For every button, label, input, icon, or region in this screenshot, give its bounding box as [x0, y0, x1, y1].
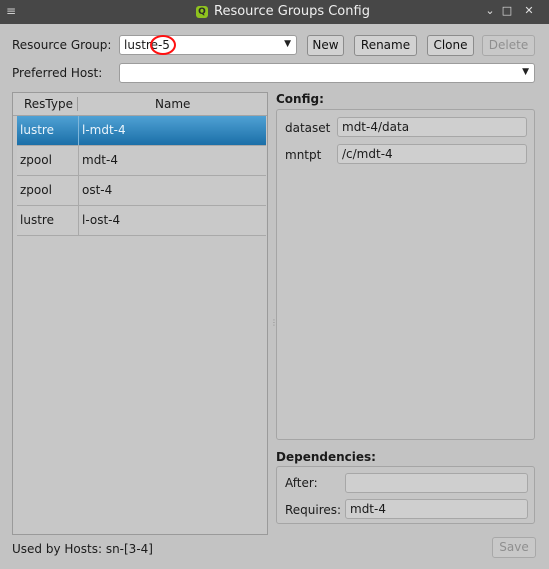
config-value-mntpt[interactable]: /c/mdt-4: [337, 144, 527, 164]
app-icon: Q: [196, 6, 208, 18]
table-row[interactable]: zpool ost-4: [17, 176, 266, 206]
cell-restype: zpool: [20, 153, 52, 167]
cell-name: l-ost-4: [82, 213, 121, 227]
requires-label: Requires:: [285, 503, 342, 517]
config-value-dataset[interactable]: mdt-4/data: [337, 117, 527, 137]
config-title: Config:: [276, 92, 324, 106]
column-header-name[interactable]: Name: [155, 97, 190, 111]
close-icon[interactable]: ✕: [521, 3, 537, 19]
requires-field[interactable]: mdt-4: [345, 499, 528, 519]
clone-button[interactable]: Clone: [427, 35, 474, 56]
table-row[interactable]: zpool mdt-4: [17, 146, 266, 176]
chevron-down-icon: ▼: [522, 67, 529, 77]
cell-restype: zpool: [20, 183, 52, 197]
window-title: Resource Groups Config: [214, 4, 370, 19]
column-divider: [77, 97, 78, 111]
used-by-hosts-status: Used by Hosts: sn-[3-4]: [12, 542, 153, 556]
preferred-host-label: Preferred Host:: [12, 66, 103, 80]
window-menu-icon[interactable]: ≡: [6, 4, 16, 18]
after-field[interactable]: [345, 473, 528, 493]
table-row[interactable]: lustre l-ost-4: [17, 206, 266, 236]
annotation-circle: [150, 35, 176, 55]
rename-button[interactable]: Rename: [354, 35, 417, 56]
resource-group-label: Resource Group:: [12, 38, 112, 52]
title-bar: ≡ Q Resource Groups Config ⌄ □ ✕: [0, 0, 549, 24]
after-label: After:: [285, 476, 318, 490]
save-button[interactable]: Save: [492, 537, 536, 558]
preferred-host-select[interactable]: ▼: [119, 63, 535, 83]
resource-table[interactable]: ResType Name lustre l-mdt-4 zpool mdt-4 …: [12, 92, 268, 535]
maximize-icon[interactable]: □: [499, 3, 515, 19]
new-button[interactable]: New: [307, 35, 344, 56]
dependencies-title: Dependencies:: [276, 450, 376, 464]
config-key-dataset: dataset: [285, 121, 331, 135]
cell-restype: lustre: [20, 213, 54, 227]
resource-group-select[interactable]: lustre-5 ▼: [119, 35, 297, 55]
chevron-down-icon: ▼: [284, 39, 291, 49]
cell-name: l-mdt-4: [82, 123, 126, 137]
cell-name: mdt-4: [82, 153, 118, 167]
resource-groups-window: ≡ Q Resource Groups Config ⌄ □ ✕ Resourc…: [0, 0, 549, 569]
dependencies-panel: After: Requires: mdt-4: [276, 466, 535, 524]
config-panel: dataset mdt-4/data mntpt /c/mdt-4: [276, 109, 535, 440]
table-row[interactable]: lustre l-mdt-4: [17, 116, 266, 146]
splitter-handle[interactable]: ⋮: [270, 318, 278, 327]
cell-restype: lustre: [20, 123, 54, 137]
config-key-mntpt: mntpt: [285, 148, 322, 162]
minimize-icon[interactable]: ⌄: [482, 3, 498, 19]
table-header: ResType Name: [13, 93, 267, 116]
cell-name: ost-4: [82, 183, 113, 197]
column-header-restype[interactable]: ResType: [24, 97, 73, 111]
delete-button[interactable]: Delete: [482, 35, 535, 56]
